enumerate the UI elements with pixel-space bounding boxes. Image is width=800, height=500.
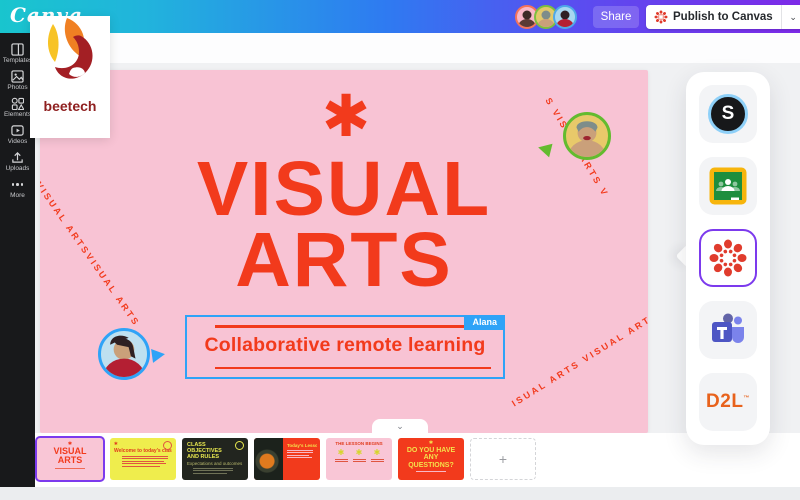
schoology-letter: S <box>722 103 735 125</box>
mini-title: THE LESSON BEGINS <box>326 441 392 446</box>
microsoft-teams-icon <box>708 310 748 350</box>
textbox-text[interactable]: Collaborative remote learning <box>187 334 503 357</box>
mini-asterisk: ✱ <box>398 440 464 446</box>
mini-text-line <box>353 459 366 460</box>
selected-textbox[interactable]: Collaborative remote learning Alana <box>185 315 505 379</box>
beetech-flame-logo-icon <box>39 16 101 96</box>
mini-column: ✱ <box>353 448 366 462</box>
mini-text-line <box>122 466 160 467</box>
sidebar-item-more[interactable]: More <box>0 175 35 202</box>
collaborator-cursor-avatar-green <box>563 112 611 160</box>
mini-text-line <box>55 468 85 469</box>
mini-asterisk: ✱ <box>335 448 348 457</box>
slide-thumbnail-1[interactable]: ✱ VISUAL ARTS <box>35 436 105 482</box>
collaborator-avatars <box>520 5 577 29</box>
mini-text-line <box>122 461 164 462</box>
slide-thumbnail-6[interactable]: ✱ DO YOU HAVE ANY QUESTIONS? <box>398 438 464 480</box>
mini-circle-decor <box>163 441 172 450</box>
avatar[interactable] <box>553 5 577 29</box>
textbox-rule-bottom <box>215 367 491 370</box>
mini-text-line <box>371 461 384 462</box>
mini-text-line <box>193 473 227 474</box>
share-button[interactable]: Share <box>593 6 639 28</box>
mini-text-line <box>193 468 233 469</box>
mini-asterisk: ✱ <box>353 448 366 457</box>
trademark-symbol: ™ <box>743 396 750 402</box>
lms-apps-panel: S <box>686 72 770 445</box>
mini-text-line <box>371 459 384 460</box>
mini-text-line <box>122 456 168 457</box>
asterisk-decor[interactable]: ✱ <box>318 88 374 146</box>
filmstrip-collapse-tab[interactable]: ⌄ <box>372 419 428 434</box>
videos-icon <box>11 124 24 137</box>
slide-thumbnail-2[interactable]: ✱ Welcome to today's class! <box>110 438 176 480</box>
mini-text-line <box>335 461 348 462</box>
slide-thumbnail-3[interactable]: CLASS OBJECTIVES AND RULES Expectations … <box>182 438 248 480</box>
more-icon <box>12 178 24 191</box>
app-tile-microsoft-teams[interactable] <box>699 301 757 359</box>
mini-title: Today's Lesson <box>287 443 317 448</box>
mini-text-line <box>287 457 312 458</box>
beetech-logo-card: beetech <box>30 16 110 138</box>
collaborator-cursor-avatar-alana <box>98 328 150 380</box>
mini-title: DO YOU HAVE ANY QUESTIONS? <box>405 447 457 469</box>
mini-text-line <box>287 450 313 451</box>
mini-text-line <box>416 471 446 472</box>
top-bar: Canva Share <box>0 0 800 33</box>
publish-main[interactable]: Publish to Canvas <box>646 5 781 29</box>
app-tile-d2l[interactable]: D2L™ <box>699 373 757 431</box>
elements-icon <box>11 97 24 110</box>
mini-title-2: ARTS <box>37 456 103 465</box>
person-icon <box>101 331 147 377</box>
templates-icon <box>11 43 24 56</box>
mini-text-line <box>287 455 309 456</box>
mini-title: Welcome to today's class! <box>114 448 172 454</box>
mini-column: ✱ <box>335 448 348 462</box>
d2l-wordmark: D2L <box>706 391 743 412</box>
blue-cursor-pointer-icon <box>151 347 166 363</box>
design-canvas-page[interactable]: ✱ VISUAL ARTS VISUAL ARTSVISUAL ARTS S V… <box>40 70 648 433</box>
schoology-icon: S <box>708 94 748 134</box>
slide-thumbnail-5[interactable]: THE LESSON BEGINS ✱ ✱ ✱ <box>326 438 392 480</box>
app-tile-canvas-lms[interactable] <box>699 229 757 287</box>
publish-dropdown-chevron[interactable]: ⌄ <box>781 5 800 29</box>
mini-text-line <box>193 470 233 471</box>
mini-text-line <box>335 459 348 460</box>
mini-text-line <box>353 461 366 462</box>
mini-photo <box>254 438 283 480</box>
slide-thumbnail-4[interactable]: Today's Lesson <box>254 438 320 480</box>
person-icon <box>555 7 575 27</box>
textbox-rule-top <box>215 325 491 328</box>
title-line-1: VISUAL <box>40 154 648 225</box>
canvas-lms-icon <box>708 238 748 278</box>
app-tile-schoology[interactable]: S <box>699 85 757 143</box>
add-page-button[interactable]: + <box>470 438 536 480</box>
mini-text-line <box>122 463 166 464</box>
title-line-2: ARTS <box>40 225 648 296</box>
uploads-icon <box>11 151 24 164</box>
bottom-strip <box>0 487 800 500</box>
collaborator-selection-badge: Alana <box>464 315 505 330</box>
d2l-icon: D2L™ <box>706 391 750 413</box>
rotated-text-right-bottom[interactable]: ISUAL ARTS VISUAL ARTS <box>510 310 648 409</box>
google-classroom-icon <box>708 166 748 206</box>
mini-text-line <box>287 452 313 453</box>
mini-subtitle: Expectations and outcomes <box>187 461 243 466</box>
toolbar-strip <box>35 33 800 63</box>
mini-asterisk: ✱ <box>371 448 384 457</box>
mini-circle-decor <box>235 441 244 450</box>
mini-title: CLASS OBJECTIVES AND RULES <box>187 442 231 460</box>
sidebar-item-uploads[interactable]: Uploads <box>0 148 35 175</box>
mini-text-line <box>122 458 168 459</box>
publish-to-canvas-button[interactable]: Publish to Canvas ⌄ <box>646 5 800 29</box>
app-tile-google-classroom[interactable] <box>699 157 757 215</box>
beetech-wordmark: beetech <box>44 98 97 114</box>
person-icon <box>566 115 608 157</box>
publish-label: Publish to Canvas <box>673 11 773 23</box>
page-title[interactable]: VISUAL ARTS <box>40 154 648 296</box>
canvas-lms-icon <box>654 10 668 24</box>
photos-icon <box>11 70 24 83</box>
mini-column: ✱ <box>371 448 384 462</box>
